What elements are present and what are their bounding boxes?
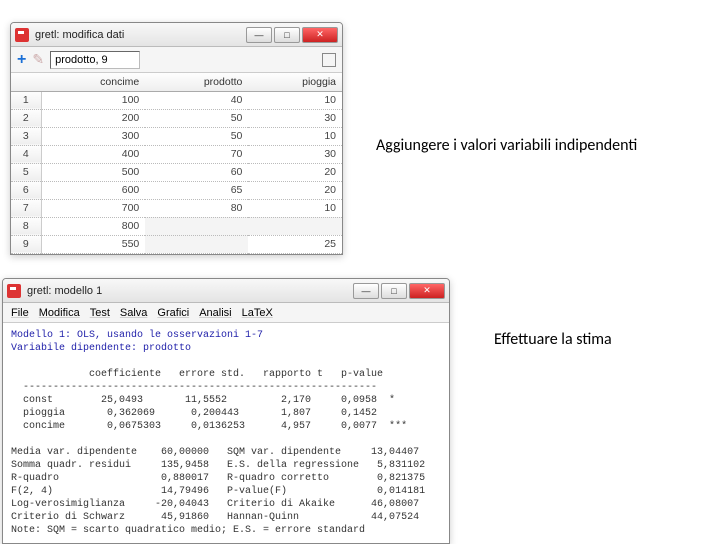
output-line: Log-verosimiglianza -20,04043 Criterio d… — [11, 499, 419, 510]
cell[interactable]: 10 — [248, 127, 342, 145]
col-prodotto[interactable]: prodotto — [145, 73, 248, 91]
col-concime[interactable]: concime — [41, 73, 145, 91]
cell[interactable]: 400 — [41, 145, 145, 163]
toolbar: + ✎ — [11, 47, 342, 73]
window-title: gretl: modello 1 — [27, 285, 353, 297]
cell[interactable]: 20 — [248, 181, 342, 199]
cell[interactable]: 600 — [41, 181, 145, 199]
row-index[interactable]: 2 — [11, 109, 41, 127]
maximize-button[interactable]: □ — [381, 283, 407, 299]
menu-latex[interactable]: LaTeX — [242, 307, 273, 319]
cell[interactable]: 65 — [145, 181, 248, 199]
table-row: 33005010 — [11, 127, 342, 145]
cell[interactable]: 80 — [145, 199, 248, 217]
output-line: const 25,0493 11,5552 2,170 0,0958 * — [11, 395, 395, 406]
cell[interactable]: 70 — [145, 145, 248, 163]
output-line: Criterio di Schwarz 45,91860 Hannan-Quin… — [11, 512, 419, 523]
cell[interactable]: 800 — [41, 217, 145, 235]
menu-graphs[interactable]: Grafici — [157, 307, 189, 319]
row-index[interactable]: 4 — [11, 145, 41, 163]
table-row: 22005030 — [11, 109, 342, 127]
cell[interactable]: 10 — [248, 91, 342, 109]
output-line: Media var. dipendente 60,00000 SQM var. … — [11, 447, 419, 458]
spreadsheet[interactable]: concime prodotto pioggia 11004010 220050… — [11, 73, 342, 254]
minimize-button[interactable]: — — [246, 27, 272, 43]
output-line: R-quadro 0,880017 R-quadro corretto 0,82… — [11, 473, 425, 484]
cell[interactable]: 25 — [248, 235, 342, 253]
table-row: 11004010 — [11, 91, 342, 109]
cell[interactable]: 40 — [145, 91, 248, 109]
row-index[interactable]: 1 — [11, 91, 41, 109]
table-row: 9550 25 — [11, 235, 342, 253]
output-line: F(2, 4) 14,79496 P-value(F) 0,014181 — [11, 486, 425, 497]
output-line: Somma quadr. residui 135,9458 E.S. della… — [11, 460, 425, 471]
cell[interactable] — [145, 235, 248, 253]
titlebar[interactable]: gretl: modello 1 — □ ✕ — [3, 279, 449, 303]
row-index[interactable]: 8 — [11, 217, 41, 235]
edit-icon[interactable]: ✎ — [32, 51, 44, 68]
table-row: 8800 — [11, 217, 342, 235]
cell[interactable]: 50 — [145, 109, 248, 127]
output-line: Variabile dipendente: prodotto — [11, 343, 191, 354]
row-index[interactable]: 6 — [11, 181, 41, 199]
window-title: gretl: modifica dati — [35, 29, 246, 41]
cell[interactable]: 50 — [145, 127, 248, 145]
cell-reference-input[interactable] — [50, 51, 140, 69]
annotation-estimate: Effettuare la stima — [494, 330, 612, 349]
add-icon[interactable]: + — [17, 51, 26, 69]
cell[interactable]: 300 — [41, 127, 145, 145]
annotation-add-values: Aggiungere i valori variabili indipenden… — [376, 136, 637, 155]
cell[interactable] — [248, 217, 342, 235]
cell[interactable]: 700 — [41, 199, 145, 217]
table-row: 55006020 — [11, 163, 342, 181]
close-button[interactable]: ✕ — [302, 27, 338, 43]
row-index[interactable]: 7 — [11, 199, 41, 217]
model-output-text[interactable]: Modello 1: OLS, usando le osservazioni 1… — [3, 323, 449, 543]
output-line: coefficiente errore std. rapporto t p-va… — [11, 369, 383, 380]
app-icon — [15, 28, 29, 42]
menubar: File Modifica Test Salva Grafici Analisi… — [3, 303, 449, 323]
output-line: Modello 1: OLS, usando le osservazioni 1… — [11, 330, 263, 341]
window-model-output: gretl: modello 1 — □ ✕ File Modifica Tes… — [2, 278, 450, 544]
cell[interactable]: 30 — [248, 109, 342, 127]
cell[interactable]: 30 — [248, 145, 342, 163]
col-pioggia[interactable]: pioggia — [248, 73, 342, 91]
menu-test[interactable]: Test — [90, 307, 110, 319]
table-row: 77008010 — [11, 199, 342, 217]
menu-file[interactable]: File — [11, 307, 29, 319]
close-button[interactable]: ✕ — [409, 283, 445, 299]
row-index[interactable]: 5 — [11, 163, 41, 181]
cell[interactable] — [145, 217, 248, 235]
sheet-icon[interactable] — [322, 53, 336, 67]
output-line: concime 0,0675303 0,0136253 4,957 0,0077… — [11, 421, 407, 432]
output-line: pioggia 0,362069 0,200443 1,807 0,1452 — [11, 408, 377, 419]
menu-save[interactable]: Salva — [120, 307, 148, 319]
cell[interactable]: 20 — [248, 163, 342, 181]
output-line: ----------------------------------------… — [11, 382, 377, 393]
window-edit-data: gretl: modifica dati — □ ✕ + ✎ concime p… — [10, 22, 343, 255]
titlebar[interactable]: gretl: modifica dati — □ ✕ — [11, 23, 342, 47]
cell[interactable]: 60 — [145, 163, 248, 181]
row-index[interactable]: 9 — [11, 235, 41, 253]
cell[interactable]: 10 — [248, 199, 342, 217]
output-line: Note: SQM = scarto quadratico medio; E.S… — [11, 525, 365, 536]
maximize-button[interactable]: □ — [274, 27, 300, 43]
cell[interactable]: 200 — [41, 109, 145, 127]
row-index[interactable]: 3 — [11, 127, 41, 145]
cell[interactable]: 100 — [41, 91, 145, 109]
cell[interactable]: 550 — [41, 235, 145, 253]
menu-analysis[interactable]: Analisi — [199, 307, 231, 319]
table-row: 66006520 — [11, 181, 342, 199]
header-row: concime prodotto pioggia — [11, 73, 342, 91]
minimize-button[interactable]: — — [353, 283, 379, 299]
cell[interactable]: 500 — [41, 163, 145, 181]
app-icon — [7, 284, 21, 298]
table-row: 44007030 — [11, 145, 342, 163]
menu-edit[interactable]: Modifica — [39, 307, 80, 319]
